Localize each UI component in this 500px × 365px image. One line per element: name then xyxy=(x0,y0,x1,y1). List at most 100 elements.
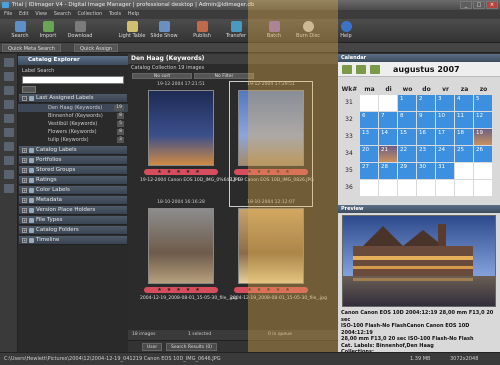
thumbnail-card-selected[interactable]: 19-12-2004 17:29:51 ★★★★★ 12-19 Canon EO… xyxy=(229,81,314,207)
close-button[interactable]: × xyxy=(486,1,498,9)
import-button[interactable]: Import xyxy=(32,20,64,42)
expand-icon[interactable]: + xyxy=(22,148,27,153)
calendar-day[interactable]: 5 xyxy=(474,95,492,111)
search-options-button[interactable] xyxy=(22,86,36,93)
thumbnail-card[interactable]: 18-10-2004 12:12:07 ★★★★★ 2004-12-19_200… xyxy=(230,200,327,324)
calendar-day[interactable]: 22 xyxy=(398,146,416,162)
calendar-day[interactable]: 20 xyxy=(360,146,378,162)
section-stored-groups[interactable]: + Stored Groups xyxy=(19,166,127,175)
menu-search[interactable]: Search xyxy=(54,11,71,17)
section-file-types[interactable]: + File Types xyxy=(19,216,127,225)
label-search-input[interactable] xyxy=(22,76,124,84)
calendar-day[interactable]: 12 xyxy=(474,112,492,128)
calendar-day[interactable]: 13 xyxy=(360,129,378,145)
calendar-day[interactable]: 31 xyxy=(436,163,454,179)
section-ratings[interactable]: + Ratings xyxy=(19,176,127,185)
publish-button[interactable]: Publish xyxy=(186,20,218,42)
tree-item-den-haag[interactable]: Den Haag (Keywords) 19 xyxy=(18,104,128,112)
stack-icon[interactable] xyxy=(4,156,14,165)
menu-view[interactable]: View xyxy=(35,11,47,17)
tree-item-vestibul[interactable]: Vestibül (Keywords) 5 xyxy=(18,120,128,128)
tree-item-flowers[interactable]: Flowers (Keywords) 8 xyxy=(18,128,128,136)
download-button[interactable]: Download xyxy=(64,20,96,42)
slide-show-button[interactable]: Slide Show xyxy=(148,20,180,42)
calendar-day[interactable]: 1 xyxy=(398,95,416,111)
rating-bar[interactable]: ★★★★★ xyxy=(234,287,308,293)
catalog-icon[interactable] xyxy=(4,58,14,67)
filter-dropdown[interactable]: No Filter xyxy=(194,73,254,79)
map-icon[interactable] xyxy=(4,114,14,123)
expand-icon[interactable]: + xyxy=(22,208,27,213)
thumb-image[interactable] xyxy=(148,208,214,284)
expand-icon[interactable]: + xyxy=(22,218,27,223)
calendar-day[interactable]: 14 xyxy=(379,129,397,145)
thumbnail-card[interactable]: 19-12-2004 17:21:51 ★★★★★ 19-12-2004 Can… xyxy=(140,82,241,206)
details-icon[interactable] xyxy=(4,128,14,137)
calendar-day[interactable]: 11 xyxy=(455,112,473,128)
section-portfolios[interactable]: + Portfolios xyxy=(19,156,127,165)
calendar-day[interactable]: 27 xyxy=(360,163,378,179)
calendar-day[interactable]: 9 xyxy=(417,112,435,128)
menu-collection[interactable]: Collection xyxy=(78,11,103,17)
expand-icon[interactable]: + xyxy=(22,238,27,243)
section-timeline[interactable]: + Timeline xyxy=(19,236,127,245)
thumb-image[interactable] xyxy=(238,90,304,166)
tab-user[interactable]: User xyxy=(142,343,163,351)
last-assigned-labels-header[interactable]: - Last Assigned Labels xyxy=(19,94,127,103)
calendar-day[interactable]: 6 xyxy=(360,112,378,128)
expand-icon[interactable]: + xyxy=(22,158,27,163)
expand-icon[interactable]: + xyxy=(22,228,27,233)
calendar-day[interactable]: 4 xyxy=(455,95,473,111)
menu-edit[interactable]: Edit xyxy=(19,11,29,17)
sort-dropdown[interactable]: No sort xyxy=(132,73,192,79)
tab-search-results[interactable]: Search Results (0) xyxy=(166,343,217,351)
thumbnail-card[interactable]: 18-10-2004 16:16:28 ★★★★★ 2004-12-19_200… xyxy=(140,200,237,324)
help-button[interactable]: Help xyxy=(330,20,362,42)
section-version-place-holders[interactable]: + Version Place Holders xyxy=(19,206,127,215)
tree-item-binnenhof[interactable]: Binnenhof (Keywords) 8 xyxy=(18,112,128,120)
calendar-day[interactable]: 7 xyxy=(379,112,397,128)
light-table-button[interactable]: Light Table xyxy=(116,20,148,42)
collapse-icon[interactable]: - xyxy=(22,96,27,101)
calendar-menu-button[interactable] xyxy=(342,65,352,74)
properties-icon[interactable] xyxy=(4,100,14,109)
versions-icon[interactable] xyxy=(4,142,14,151)
batch-button[interactable]: Batch xyxy=(258,20,290,42)
calendar-day[interactable]: 15 xyxy=(398,129,416,145)
rating-bar[interactable]: ★★★★★ xyxy=(144,287,218,293)
expand-icon[interactable]: + xyxy=(22,198,27,203)
thumb-image[interactable] xyxy=(238,208,304,284)
calendar-day[interactable]: 28 xyxy=(379,163,397,179)
quick-assign-button[interactable]: Quick Assign xyxy=(74,44,119,52)
menu-tools[interactable]: Tools xyxy=(109,11,121,17)
calendar-day[interactable]: 23 xyxy=(417,146,435,162)
thumb-image[interactable] xyxy=(148,90,214,166)
section-catalog-labels[interactable]: + Catalog Labels xyxy=(19,146,127,155)
calendar-day[interactable]: 24 xyxy=(436,146,454,162)
expand-icon[interactable]: + xyxy=(22,178,27,183)
calendar-day[interactable]: 30 xyxy=(417,163,435,179)
section-catalog-folders[interactable]: + Catalog Folders xyxy=(19,226,127,235)
quick-meta-search-button[interactable]: Quick Meta Search xyxy=(2,44,61,52)
calendar-day[interactable]: 8 xyxy=(398,112,416,128)
folders-icon[interactable] xyxy=(4,72,14,81)
settings-icon[interactable] xyxy=(4,184,14,193)
labels-icon[interactable] xyxy=(4,86,14,95)
calendar-day[interactable]: 10 xyxy=(436,112,454,128)
calendar-day[interactable]: 18 xyxy=(455,129,473,145)
calendar-day[interactable]: 16 xyxy=(417,129,435,145)
calendar-day[interactable]: 29 xyxy=(398,163,416,179)
calendar-day[interactable]: 17 xyxy=(436,129,454,145)
prev-month-icon[interactable] xyxy=(356,65,366,74)
tree-item-tulip[interactable]: tulip (Keywords) 3 xyxy=(18,136,128,144)
menu-file[interactable]: File xyxy=(4,11,12,17)
calendar-day[interactable]: 25 xyxy=(455,146,473,162)
preview-image[interactable] xyxy=(342,215,496,307)
scripts-icon[interactable] xyxy=(4,170,14,179)
rating-bar[interactable]: ★★★★★ xyxy=(144,169,218,175)
maximize-button[interactable]: □ xyxy=(473,1,485,9)
transfer-button[interactable]: Transfer xyxy=(220,20,252,42)
calendar-day[interactable]: 19 xyxy=(474,129,492,145)
expand-icon[interactable]: + xyxy=(22,168,27,173)
next-month-icon[interactable] xyxy=(370,65,380,74)
